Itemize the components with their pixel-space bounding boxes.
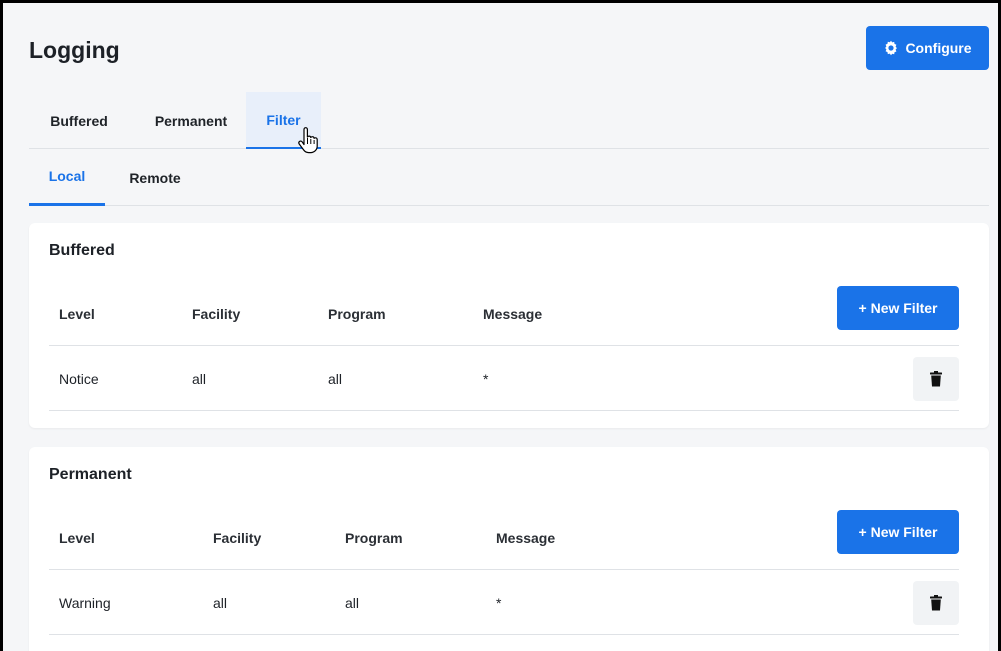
section-title: Permanent xyxy=(49,466,132,483)
hand-pointer-icon xyxy=(298,127,318,154)
app-frame: Logging Configure Buffered Permanent Fil… xyxy=(0,0,1001,651)
configure-label: Configure xyxy=(905,40,972,56)
tab-local[interactable]: Local xyxy=(29,149,105,206)
new-filter-button[interactable]: + New Filter xyxy=(837,510,959,554)
cell-message: * xyxy=(496,595,502,611)
permanent-card: Permanent Level Facility Program Message… xyxy=(29,447,989,651)
tab-permanent[interactable]: Permanent xyxy=(136,92,246,149)
cell-program: all xyxy=(345,595,360,611)
buffered-card: Buffered Level Facility Program Message … xyxy=(29,223,989,428)
sub-tabs: Local Remote xyxy=(29,149,989,206)
table-row: Warning all all * xyxy=(49,571,959,635)
cell-level: Warning xyxy=(59,595,111,611)
cell-message: * xyxy=(483,371,489,387)
column-header: Facility xyxy=(192,306,241,322)
column-header: Facility xyxy=(213,530,262,546)
table-header: Level Facility Program Message + New Fil… xyxy=(49,506,959,570)
new-filter-button[interactable]: + New Filter xyxy=(837,286,959,330)
column-header: Level xyxy=(59,306,95,322)
tab-buffered[interactable]: Buffered xyxy=(29,92,129,149)
page-header: Logging Configure Buffered Permanent Fil… xyxy=(3,3,998,207)
tab-remote[interactable]: Remote xyxy=(115,149,195,206)
column-header: Program xyxy=(328,306,386,322)
cell-level: Notice xyxy=(59,371,99,387)
configure-button[interactable]: Configure xyxy=(866,26,989,70)
column-header: Message xyxy=(483,306,543,322)
cell-program: all xyxy=(328,371,343,387)
main-tabs: Buffered Permanent Filter xyxy=(29,92,989,149)
trash-icon xyxy=(930,595,942,611)
delete-button[interactable] xyxy=(913,581,959,625)
table-header: Level Facility Program Message + New Fil… xyxy=(49,282,959,346)
column-header: Message xyxy=(496,530,556,546)
page-title: Logging xyxy=(29,37,120,63)
column-header: Program xyxy=(345,530,403,546)
gear-icon xyxy=(883,40,899,56)
column-header: Level xyxy=(59,530,95,546)
delete-button[interactable] xyxy=(913,357,959,401)
section-title: Buffered xyxy=(49,242,115,259)
cell-facility: all xyxy=(192,371,207,387)
table-row: Notice all all * xyxy=(49,347,959,411)
trash-icon xyxy=(930,371,942,387)
cell-facility: all xyxy=(213,595,228,611)
